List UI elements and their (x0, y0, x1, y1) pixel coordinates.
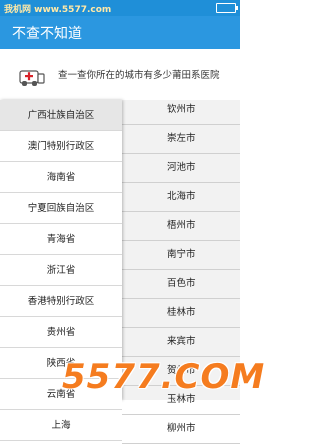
province-item[interactable]: 上海 (0, 410, 122, 441)
city-item[interactable]: 北海市 (122, 181, 240, 212)
city-item[interactable]: 来宾市 (122, 326, 240, 357)
watermark-logo: 5577.COM (62, 357, 265, 397)
city-item[interactable]: 钦州市 (122, 94, 240, 125)
province-item[interactable]: 浙江省 (0, 255, 122, 286)
province-item[interactable]: 宁夏回族自治区 (0, 193, 122, 224)
site-label: 我机网 www.5577.com (4, 5, 112, 15)
banner-text: 查一查你所在的城市有多少莆田系医院 (58, 70, 220, 81)
watermark-text: 5577.COM (62, 357, 266, 397)
app-bar: 不查不知道 (0, 16, 240, 49)
status-bar: 我机网 www.5577.com (0, 0, 240, 16)
province-item[interactable]: 广西壮族自治区 (0, 100, 122, 131)
city-item[interactable]: 桂林市 (122, 297, 240, 328)
province-item[interactable]: 青海省 (0, 224, 122, 255)
province-item[interactable]: 香港特别行政区 (0, 286, 122, 317)
province-item[interactable]: 海南省 (0, 162, 122, 193)
search-banner[interactable]: 查一查你所在的城市有多少莆田系医院 (0, 49, 240, 100)
city-item[interactable]: 梧州市 (122, 210, 240, 241)
province-item[interactable]: 澳门特别行政区 (0, 131, 122, 162)
city-item[interactable]: 崇左市 (122, 123, 240, 154)
city-item[interactable]: 河池市 (122, 152, 240, 183)
province-list: 广西壮族自治区 澳门特别行政区 海南省 宁夏回族自治区 青海省 浙江省 香港特别行政区 贵州省… (0, 100, 122, 441)
city-item[interactable]: 南宁市 (122, 239, 240, 270)
province-item[interactable]: 贵州省 (0, 317, 122, 348)
battery-icon (216, 3, 238, 13)
hospital-cross-icon (19, 70, 45, 86)
city-item[interactable]: 百色市 (122, 268, 240, 299)
page-title: 不查不知道 (12, 26, 82, 42)
city-item[interactable]: 柳州市 (122, 413, 240, 444)
